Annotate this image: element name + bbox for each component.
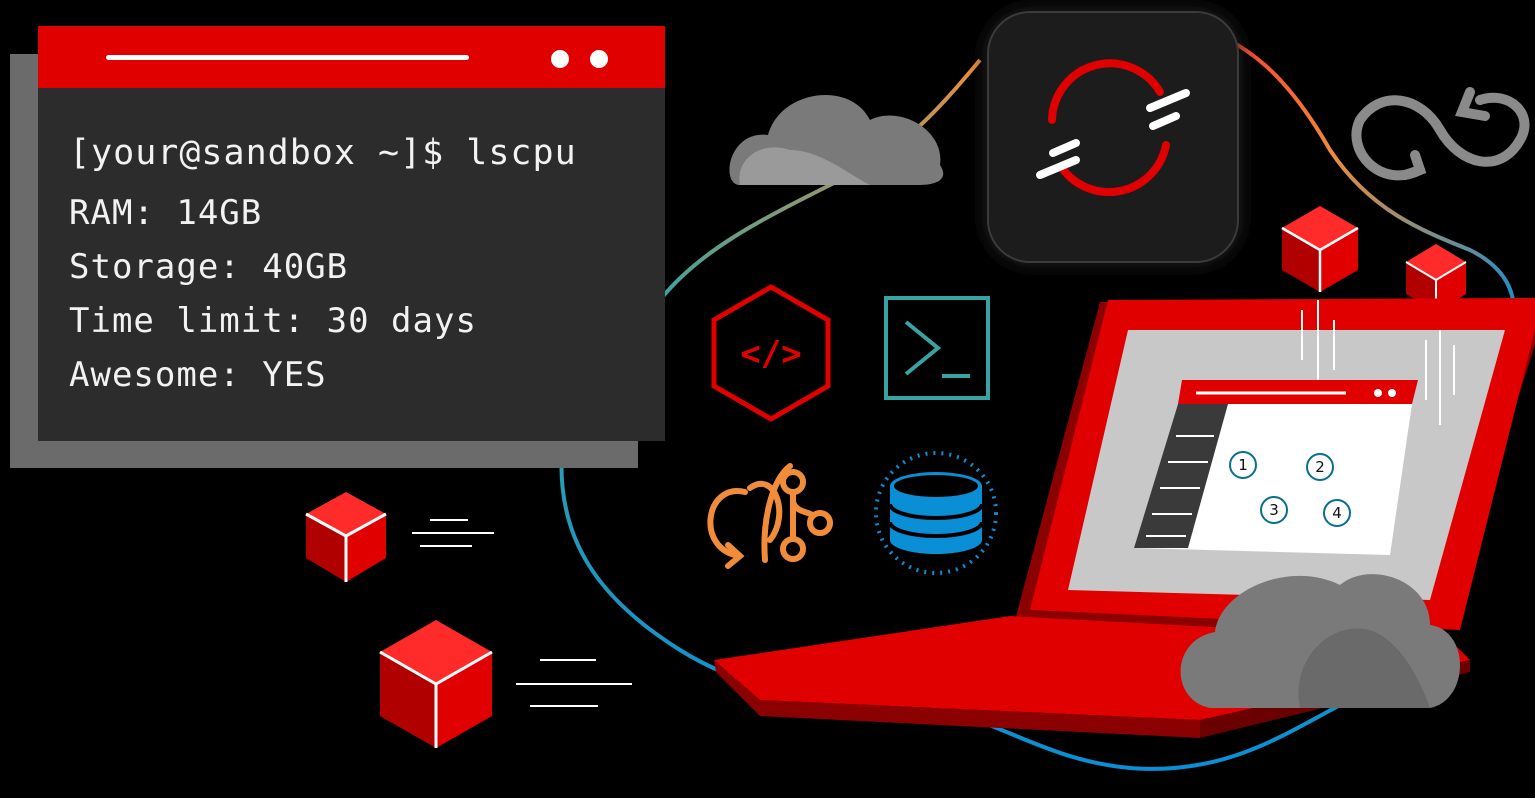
window-dot-close [590, 50, 608, 68]
step-label-2: 2 [1315, 458, 1325, 476]
terminal-body: [your@sandbox ~]$ lscpu RAM: 14GB Storag… [69, 126, 577, 402]
terminal-time-limit-line: Time limit: 30 days [69, 301, 477, 341]
window-dot-minimize [551, 50, 569, 68]
terminal-window: [your@sandbox ~]$ lscpu RAM: 14GB Storag… [38, 26, 665, 441]
hero-illustration: </> 1 2 3 4 [your@sandbox ~]$ lscpu RAM:… [0, 0, 1535, 798]
terminal-ram-line: RAM: 14GB [69, 193, 263, 233]
code-hexagon-icon: </> [711, 284, 831, 422]
infinity-loop-icon [1351, 87, 1530, 181]
terminal-awesome-line: Awesome: YES [69, 355, 327, 395]
cube-icon [1281, 206, 1359, 292]
step-label-3: 3 [1269, 501, 1279, 519]
git-pipeline-icon [707, 463, 833, 569]
cube-icon [305, 492, 387, 582]
speed-lines [412, 519, 494, 547]
openshift-logo-tile [987, 11, 1239, 263]
cloud-icon [729, 94, 944, 185]
terminal-titlebar [38, 26, 665, 88]
svg-text:</>: </> [740, 334, 801, 374]
terminal-prompt-icon [884, 296, 990, 400]
terminal-prompt: [your@sandbox ~]$ lscpu [69, 133, 577, 173]
titlebar-title-line [106, 55, 469, 60]
speed-lines [516, 659, 632, 707]
cube-icon [379, 620, 493, 748]
step-label-1: 1 [1238, 456, 1248, 474]
database-icon [874, 451, 998, 575]
terminal-storage-line: Storage: 40GB [69, 247, 349, 287]
step-label-4: 4 [1332, 504, 1342, 522]
